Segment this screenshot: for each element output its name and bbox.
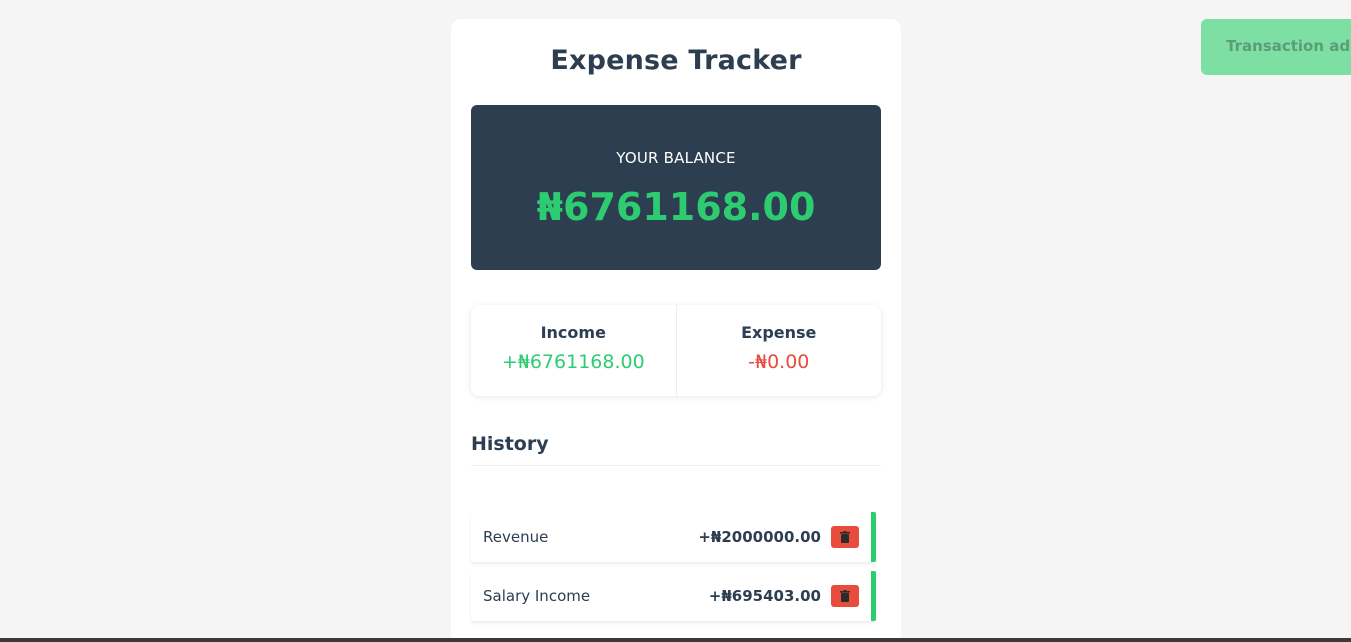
history-list: Revenue +₦2000000.00 Salary Income +₦695…	[471, 512, 881, 621]
transaction-text: Revenue	[483, 528, 549, 546]
income-value: +₦6761168.00	[501, 351, 645, 373]
balance-label: YOUR BALANCE	[616, 149, 736, 167]
trash-icon	[840, 590, 850, 602]
expense-section: Expense -₦0.00	[677, 305, 882, 396]
expense-tracker-card: Expense Tracker YOUR BALANCE ₦6761168.00…	[451, 19, 901, 642]
list-item: Salary Income +₦695403.00	[471, 571, 876, 621]
transaction-text: Salary Income	[483, 587, 591, 605]
history-title: History	[471, 433, 881, 466]
income-section: Income +₦6761168.00	[471, 305, 677, 396]
balance-amount: ₦6761168.00	[536, 185, 816, 229]
balance-card: YOUR BALANCE ₦6761168.00	[471, 105, 881, 270]
expense-value: -₦0.00	[748, 351, 810, 373]
expense-label: Expense	[741, 323, 817, 342]
delete-button[interactable]	[831, 526, 859, 548]
page-title: Expense Tracker	[550, 45, 802, 76]
bottom-edge-bar	[0, 638, 1351, 642]
transaction-amount: +₦695403.00	[708, 587, 821, 605]
toast-notification: Transaction added	[1201, 19, 1351, 75]
trash-icon	[840, 531, 850, 543]
delete-button[interactable]	[831, 585, 859, 607]
transaction-amount: +₦2000000.00	[698, 528, 821, 546]
income-label: Income	[540, 323, 606, 342]
list-item: Revenue +₦2000000.00	[471, 512, 876, 562]
income-expense-summary: Income +₦6761168.00 Expense -₦0.00	[471, 305, 881, 396]
